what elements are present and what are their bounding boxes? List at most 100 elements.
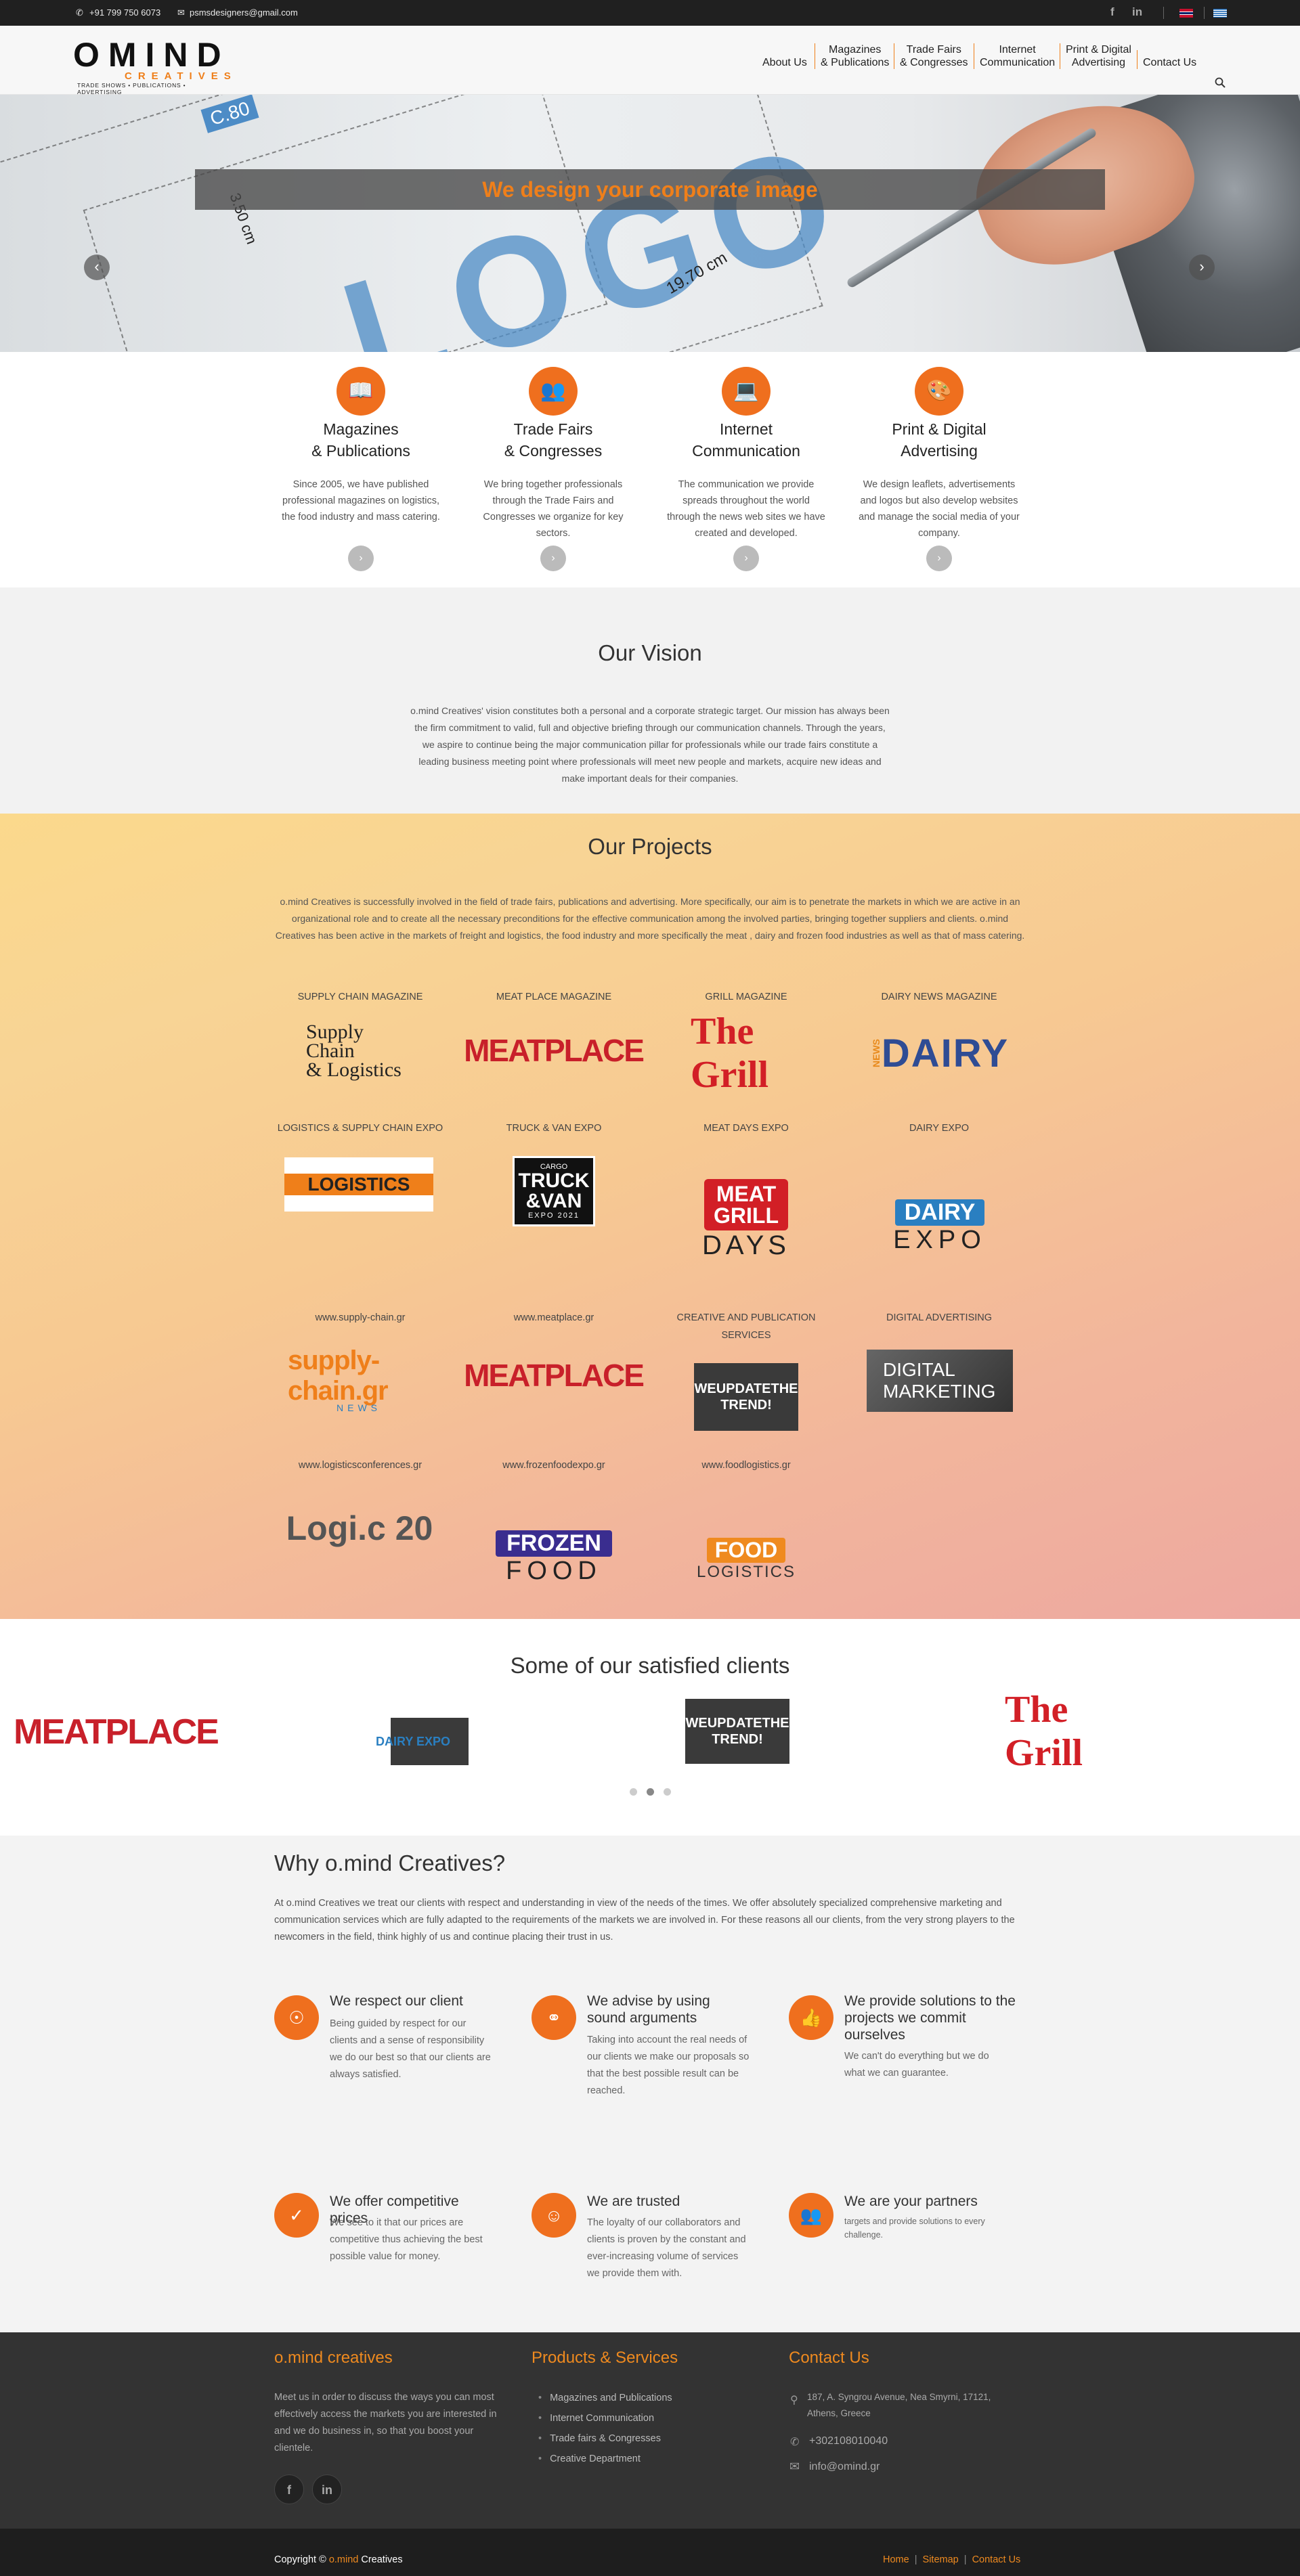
linkedin-icon[interactable]: in [1132,5,1142,19]
service-title[interactable]: Internet Communication [651,418,841,462]
client-logo[interactable]: The Grill [1005,1689,1117,1774]
nav-print-digital[interactable]: Print & Digital Advertising [1060,43,1137,69]
projects-section: Our Projects o.mind Creatives is success… [0,814,1300,1619]
footer-address: 187, A. Syngrou Avenue, Nea Smyrni, 1712… [807,2392,991,2418]
nav-about-us[interactable]: About Us [757,50,812,69]
top-bar: ✆ +91 799 750 6073 ✉ psmsdesigners@gmail… [0,0,1300,26]
frozen-food-logo[interactable]: FROZEN FOOD [486,1530,622,1586]
english-flag-icon[interactable] [1179,9,1193,18]
nav-magazines[interactable]: Magazines & Publications [815,43,894,69]
project-label: CREATIVE AND PUBLICATION SERVICES [676,1312,816,1341]
we-update-the-trend-logo[interactable]: WEUPDATETHE TREND! [694,1363,798,1431]
footer-link[interactable]: Trade fairs & Congresses [538,2428,672,2449]
client-logo[interactable]: WEUPDATETHE TREND! [685,1699,789,1764]
dairy-expo-logo[interactable]: DAIRY EXPO [886,1197,994,1258]
footer-linkedin-icon[interactable]: in [312,2474,342,2504]
project-label: MEAT PLACE MAGAZINE [496,992,612,1002]
dairy-news-logo[interactable]: NEWS DAIRY [865,1030,1014,1076]
site-logo[interactable]: OMIND CREATIVES TRADE SHOWS • PUBLICATIO… [73,38,231,95]
search-icon[interactable] [1215,77,1226,88]
hero-slider: LOGO 19.70 cm 3.50 cm C.80 We design you… [0,95,1300,352]
copyright-text: Copyright © o.mind Creatives [274,2554,403,2565]
palette-icon[interactable]: 🎨 [915,367,963,416]
service-title[interactable]: Print & Digital Advertising [844,418,1034,462]
project-label[interactable]: www.meatplace.gr [466,1309,642,1327]
slider-next-arrow-icon[interactable]: › [1189,254,1215,280]
service-text: Since 2005, we have published profession… [282,479,440,523]
facebook-icon[interactable]: f [1110,5,1114,19]
footer-contact-link[interactable]: Contact Us [972,2554,1021,2565]
slider-prev-arrow-icon[interactable]: ‹ [84,254,110,280]
logic-conference-logo[interactable]: Logi.c 20 [284,1503,435,1554]
footer-link[interactable]: Internet Communication [538,2408,672,2428]
logistics-expo-logo[interactable]: LOGISTICS [284,1157,433,1212]
project-label: LOGISTICS & SUPPLY CHAIN EXPO [277,1123,443,1134]
thumbs-up-icon: 👍 [789,1995,833,2040]
project-label[interactable]: www.frozenfoodexpo.gr [466,1457,642,1474]
footer-facebook-icon[interactable]: f [274,2474,304,2504]
supply-chain-logo[interactable]: Supply Chain & Logistics [306,1021,414,1082]
copyright-bar: Copyright © o.mind Creatives Home | Site… [0,2529,1300,2576]
digital-marketing-logo[interactable]: DIGITAL MARKETING [867,1350,1013,1412]
why-item-title: We advise by using sound arguments [587,1993,710,2026]
client-logo[interactable]: MEATPLACE [14,1708,219,1756]
supply-chain-news-logo[interactable]: supply-chain.gr NEWS [288,1346,430,1413]
nav-trade-fairs[interactable]: Trade Fairs & Congresses [894,43,974,69]
read-more-icon[interactable]: › [733,546,759,571]
vision-text: o.mind Creatives' vision constitutes bot… [410,705,890,784]
nav-contact-us[interactable]: Contact Us [1137,50,1202,69]
footer-sitemap-link[interactable]: Sitemap [923,2554,959,2565]
phone-icon: ✆ [790,2437,800,2448]
meat-grill-days-logo[interactable]: MEAT GRILL DAYS [692,1178,800,1260]
service-text: We design leaflets, advertisements and l… [859,479,1020,539]
footer-link[interactable]: Creative Department [538,2449,672,2469]
project-label[interactable]: www.logisticsconferences.gr [272,1457,448,1474]
nav-internet-communication[interactable]: Internet Communication [974,43,1060,69]
compass-icon: ☉ [274,1995,319,2040]
why-item-text: We can't do everything but we do what we… [844,2051,989,2079]
clients-title: Some of our satisfied clients [510,1653,790,1678]
read-more-icon[interactable]: › [926,546,952,571]
project-label: MEAT DAYS EXPO [703,1123,789,1134]
carousel-dot[interactable] [630,1788,637,1796]
hero-headline-banner: We design your corporate image [195,169,1105,210]
footer-email[interactable]: info@omind.gr [809,2458,880,2475]
footer-about-text: Meet us in order to discuss the ways you… [274,2392,497,2453]
footer-services-list: Magazines and Publications Internet Comm… [538,2388,672,2469]
topbar-email[interactable]: psmsdesigners@gmail.com [190,7,298,18]
carousel-dot[interactable] [664,1788,671,1796]
projects-title: Our Projects [588,834,712,859]
project-label[interactable]: www.foodlogistics.gr [658,1457,834,1474]
devices-icon[interactable]: 💻 [722,367,771,416]
project-label: TRUCK & VAN EXPO [506,1123,602,1134]
footer-contact-title: Contact Us [789,2349,869,2367]
grill-logo[interactable]: The Grill [691,1011,799,1096]
client-logo[interactable]: DAIRY EXPO [358,1718,469,1765]
phone-icon: ✆ [76,7,83,18]
why-item-title: We are trusted [587,2194,680,2209]
book-icon[interactable]: 📖 [337,367,385,416]
project-label[interactable]: www.supply-chain.gr [272,1309,448,1327]
truck-van-logo[interactable]: CARGO TRUCK &VAN EXPO 2021 [513,1156,595,1226]
greek-flag-icon[interactable] [1213,9,1227,18]
meatplace-logo[interactable]: MEATPLACE [464,1030,645,1071]
people-icon[interactable]: 👥 [529,367,578,416]
food-logistics-logo[interactable]: FOOD LOGISTICS [695,1534,797,1585]
footer-link[interactable]: Magazines and Publications [538,2388,672,2408]
why-item-text: targets and provide solutions to every c… [844,2217,985,2240]
check-icon: ✓ [274,2193,319,2238]
read-more-icon[interactable]: › [348,546,374,571]
share-icon: ⚭ [532,1995,576,2040]
carousel-dot-active[interactable] [647,1788,654,1796]
footer-phone[interactable]: +302108010040 [809,2433,888,2449]
project-label: DIGITAL ADVERTISING [886,1312,993,1323]
footer-home-link[interactable]: Home [883,2554,909,2565]
service-title[interactable]: Trade Fairs & Congresses [458,418,648,462]
why-item-title: We provide solutions to the projects we … [844,1993,1016,2043]
services-section: 📖 Magazines & Publications Since 2005, w… [0,352,1300,587]
meatplace-web-logo[interactable]: MEATPLACE [464,1355,645,1396]
service-text: We bring together professionals through … [483,479,624,539]
site-header: OMIND CREATIVES TRADE SHOWS • PUBLICATIO… [0,26,1300,95]
service-title[interactable]: Magazines & Publications [266,418,456,462]
read-more-icon[interactable]: › [540,546,566,571]
